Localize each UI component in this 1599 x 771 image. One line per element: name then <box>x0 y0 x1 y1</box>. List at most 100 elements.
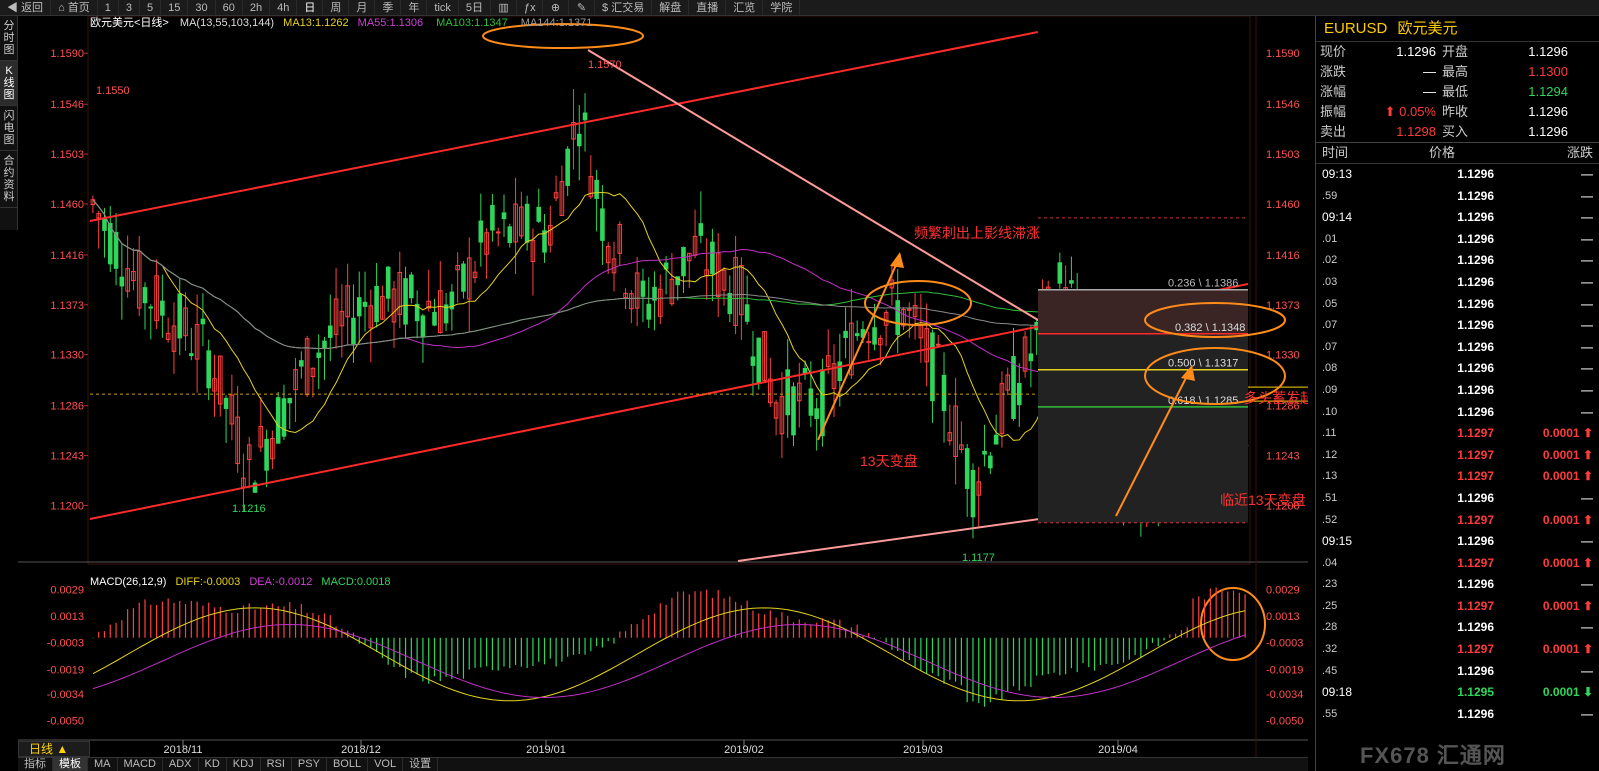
ma-legend: 欧元美元<日线> MA(13,55,103,144) MA13:1.1262 M… <box>90 16 592 30</box>
tick-time: .52 <box>1322 513 1338 526</box>
symbol-name: 欧元美元 <box>1397 20 1458 37</box>
period-button[interactable]: 月 <box>349 0 376 15</box>
kline-chart[interactable]: 1.1590 1.1590 1.1546 1.1546 1.1503 1.1503 1.14… <box>18 16 1308 757</box>
indicator-tab[interactable]: ADX <box>163 758 199 771</box>
period-button[interactable]: tick <box>427 0 459 15</box>
view-tab[interactable]: 合约资料 <box>0 151 18 208</box>
candle-body <box>681 247 686 277</box>
symbol-label: 欧元美元<日线> <box>90 17 169 29</box>
arrow-13days <box>817 255 901 441</box>
indicator-tab[interactable]: KDJ <box>227 758 261 771</box>
ma55-value: MA55:1.1306 <box>357 17 424 29</box>
forex-button[interactable]: 汇览 <box>726 0 764 15</box>
period-button[interactable]: 1 <box>98 0 119 15</box>
low-1216-label: 1.1216 <box>232 503 266 515</box>
trade-button[interactable]: $ 汇交易 <box>595 0 653 15</box>
candle-body <box>594 179 599 199</box>
tick-price: 1.1297 <box>1457 447 1494 462</box>
date-label: 2018/12 <box>341 744 381 756</box>
candle-body <box>495 231 501 234</box>
indicator-tab[interactable]: MACD <box>118 758 163 771</box>
macd-label-right: 0.0029 <box>1266 585 1300 597</box>
tick-time: .11 <box>1322 427 1337 440</box>
tick-change: 0.0001 ⬇ <box>1542 685 1593 700</box>
period-button[interactable]: 5 <box>140 0 162 15</box>
tick-time: .13 <box>1322 470 1338 483</box>
period-button[interactable]: 年 <box>401 0 428 15</box>
indicator-tab[interactable]: RSI <box>261 758 292 771</box>
school-button[interactable]: 学院 <box>763 0 801 15</box>
indicator-tab[interactable]: MA <box>88 758 118 771</box>
quote-label: 涨幅 <box>1320 84 1347 99</box>
tick-price: 1.1296 <box>1457 404 1494 419</box>
price-label-left: 1.1200 <box>50 500 84 512</box>
indicator-tab[interactable]: KD <box>199 758 227 771</box>
zoom-icon[interactable]: ⊕ <box>543 0 570 15</box>
tick-time: .07 <box>1322 319 1338 332</box>
macd-label-left: -0.0050 <box>47 716 84 728</box>
candle-body <box>582 112 588 121</box>
tick-row: .52 1.1297 0.0001 ⬆ <box>1316 510 1599 532</box>
indicator-tab[interactable]: 指标 <box>18 758 53 771</box>
back-button[interactable]: ◀ 返回 <box>0 0 52 15</box>
tick-change: — <box>1581 361 1593 376</box>
quote-value: 1.1296 <box>1528 104 1568 119</box>
tick-time: .03 <box>1322 275 1338 288</box>
macd-label-left: -0.0019 <box>47 664 84 676</box>
view-tab[interactable]: K线图 <box>0 61 18 106</box>
candle-body <box>646 303 652 320</box>
period-button[interactable]: 15 <box>161 0 189 15</box>
macd-label-left: -0.0034 <box>47 689 84 701</box>
tick-row: .07 1.1296 — <box>1316 315 1599 337</box>
live-button[interactable]: 直播 <box>689 0 727 15</box>
period-button[interactable]: 季 <box>375 0 402 15</box>
low-1177-label: 1.1177 <box>962 552 995 564</box>
indicator-tab[interactable]: 设置 <box>403 758 439 771</box>
period-button[interactable]: 日 <box>297 0 324 15</box>
indicator-tab[interactable]: VOL <box>368 758 404 771</box>
candle-body <box>403 278 408 325</box>
tick-time: 09:18 <box>1322 685 1353 700</box>
period-button[interactable]: 3 <box>119 0 141 15</box>
macd-diff-line <box>92 607 1246 702</box>
period-selector[interactable]: 日线 ▲ <box>18 741 90 757</box>
candle-body <box>409 274 414 299</box>
quote-value: 1.1296 <box>1396 44 1436 59</box>
candle-body <box>200 318 206 325</box>
candle-body <box>299 360 304 367</box>
period-button[interactable]: 5日 <box>459 0 492 15</box>
view-tab[interactable]: 闪电图 <box>0 106 18 151</box>
candle-body <box>744 304 750 322</box>
symbol-code: EURUSD <box>1324 20 1388 37</box>
watermark-logo: FX678 汇通网 <box>1360 743 1506 768</box>
home-button[interactable]: ⌂ 首页 <box>51 0 98 15</box>
period-button[interactable]: 2h <box>243 0 271 15</box>
candle-body <box>565 148 570 186</box>
tick-change: 0.0001 ⬆ <box>1542 426 1593 441</box>
candle-body <box>507 226 513 244</box>
indicator-tab[interactable]: 模板 <box>53 758 88 771</box>
tick-row: .07 1.1296 — <box>1316 337 1599 359</box>
indicator-tab[interactable]: BOLL <box>327 758 369 771</box>
indicator-tab[interactable]: PSY <box>292 758 327 771</box>
function-icon[interactable]: ƒx <box>517 0 544 15</box>
candle-body <box>385 266 391 299</box>
chart-area[interactable]: 1.1590 1.1590 1.1546 1.1546 1.1503 1.1503 1.14… <box>18 16 1308 757</box>
tick-time: 09:15 <box>1322 534 1353 549</box>
unwind-button[interactable]: 解盘 <box>652 0 690 15</box>
tick-time: .28 <box>1322 621 1338 634</box>
draw-icon[interactable]: ✎ <box>569 0 596 15</box>
tick-row: .04 1.1297 0.0001 ⬆ <box>1316 553 1599 575</box>
left-view-nav: 分时图 K线图 闪电图 合约资料 <box>0 16 18 230</box>
period-button[interactable]: 周 <box>323 0 350 15</box>
period-button[interactable]: 30 <box>188 0 216 15</box>
candle-icon[interactable]: ▥ <box>491 0 518 15</box>
period-button[interactable]: 4h <box>270 0 298 15</box>
candle-body <box>935 343 941 346</box>
candle-body <box>854 333 860 337</box>
tick-change: — <box>1581 231 1593 246</box>
tick-list[interactable]: 09:13 1.1296 — .59 1.1296 — 09:14 1.1296 — .01 1.1… <box>1316 164 1599 725</box>
candle-body <box>524 203 530 243</box>
period-button[interactable]: 60 <box>216 0 243 15</box>
view-tab[interactable]: 分时图 <box>0 16 18 61</box>
